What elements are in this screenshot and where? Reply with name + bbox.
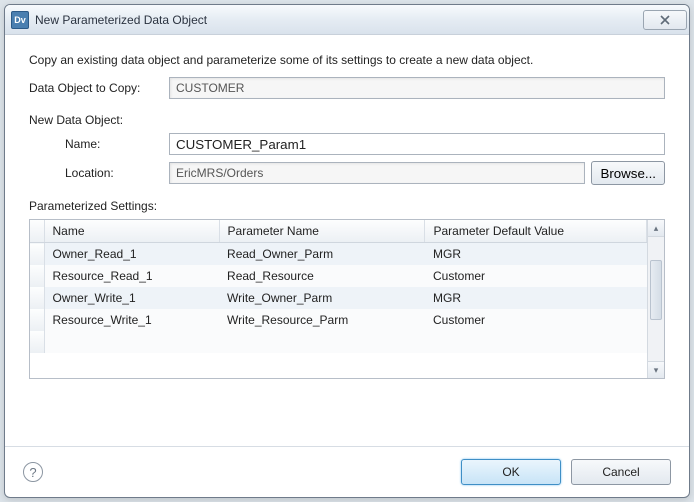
help-icon: ? xyxy=(29,465,36,480)
ok-button[interactable]: OK xyxy=(461,459,561,485)
label-parameterized-settings: Parameterized Settings: xyxy=(29,199,665,213)
dialog-window: Dv New Parameterized Data Object Copy an… xyxy=(4,4,690,498)
label-name: Name: xyxy=(29,137,169,151)
scroll-thumb[interactable] xyxy=(650,260,662,320)
cell-name[interactable]: Owner_Write_1 xyxy=(44,287,219,309)
row-header-cell[interactable] xyxy=(30,309,44,331)
row-header-cell[interactable] xyxy=(30,265,44,287)
cell-name[interactable]: Resource_Read_1 xyxy=(44,265,219,287)
col-parameter-name[interactable]: Parameter Name xyxy=(219,220,425,243)
col-name[interactable]: Name xyxy=(44,220,219,243)
table-row[interactable]: Owner_Write_1Write_Owner_ParmMGR xyxy=(30,287,647,309)
field-location: EricMRS/Orders xyxy=(169,162,585,184)
titlebar: Dv New Parameterized Data Object xyxy=(5,5,689,35)
cell-name[interactable]: Resource_Write_1 xyxy=(44,309,219,331)
label-data-object-to-copy: Data Object to Copy: xyxy=(29,81,169,95)
dialog-content: Copy an existing data object and paramet… xyxy=(5,35,689,446)
cell-parameter-default-value[interactable]: MGR xyxy=(425,243,647,266)
row-header-cell[interactable] xyxy=(30,243,44,266)
app-icon: Dv xyxy=(11,11,29,29)
close-icon xyxy=(660,15,670,25)
settings-table: Name Parameter Name Parameter Default Va… xyxy=(30,220,647,353)
cancel-button[interactable]: Cancel xyxy=(571,459,671,485)
scroll-up-arrow[interactable]: ▴ xyxy=(648,220,664,237)
help-button[interactable]: ? xyxy=(23,462,43,482)
col-parameter-default-value[interactable]: Parameter Default Value xyxy=(425,220,647,243)
row-header-column xyxy=(30,220,44,243)
cell-empty xyxy=(425,331,647,353)
table-row-empty xyxy=(30,331,647,353)
cell-parameter-name[interactable]: Read_Owner_Parm xyxy=(219,243,425,266)
window-title: New Parameterized Data Object xyxy=(35,13,643,27)
dialog-footer: ? OK Cancel xyxy=(5,446,689,497)
name-input[interactable] xyxy=(169,133,665,155)
close-button[interactable] xyxy=(643,10,687,30)
cell-parameter-name[interactable]: Write_Resource_Parm xyxy=(219,309,425,331)
settings-table-container: Name Parameter Name Parameter Default Va… xyxy=(29,219,665,379)
cell-parameter-default-value[interactable]: MGR xyxy=(425,287,647,309)
table-row[interactable]: Resource_Read_1Read_ResourceCustomer xyxy=(30,265,647,287)
row-header-cell[interactable] xyxy=(30,287,44,309)
cell-name[interactable]: Owner_Read_1 xyxy=(44,243,219,266)
browse-button[interactable]: Browse... xyxy=(591,161,665,185)
table-row[interactable]: Owner_Read_1Read_Owner_ParmMGR xyxy=(30,243,647,266)
vertical-scrollbar[interactable]: ▴ ▾ xyxy=(647,220,664,378)
cell-empty xyxy=(219,331,425,353)
label-new-data-object: New Data Object: xyxy=(29,113,665,127)
scroll-down-arrow[interactable]: ▾ xyxy=(648,361,664,378)
cell-parameter-default-value[interactable]: Customer xyxy=(425,265,647,287)
table-row[interactable]: Resource_Write_1Write_Resource_ParmCusto… xyxy=(30,309,647,331)
row-header-cell xyxy=(30,331,44,353)
cell-parameter-name[interactable]: Write_Owner_Parm xyxy=(219,287,425,309)
cell-parameter-default-value[interactable]: Customer xyxy=(425,309,647,331)
cell-empty xyxy=(44,331,219,353)
cell-parameter-name[interactable]: Read_Resource xyxy=(219,265,425,287)
description-text: Copy an existing data object and paramet… xyxy=(29,53,665,67)
field-data-object-to-copy: CUSTOMER xyxy=(169,77,665,99)
label-location: Location: xyxy=(29,166,169,180)
